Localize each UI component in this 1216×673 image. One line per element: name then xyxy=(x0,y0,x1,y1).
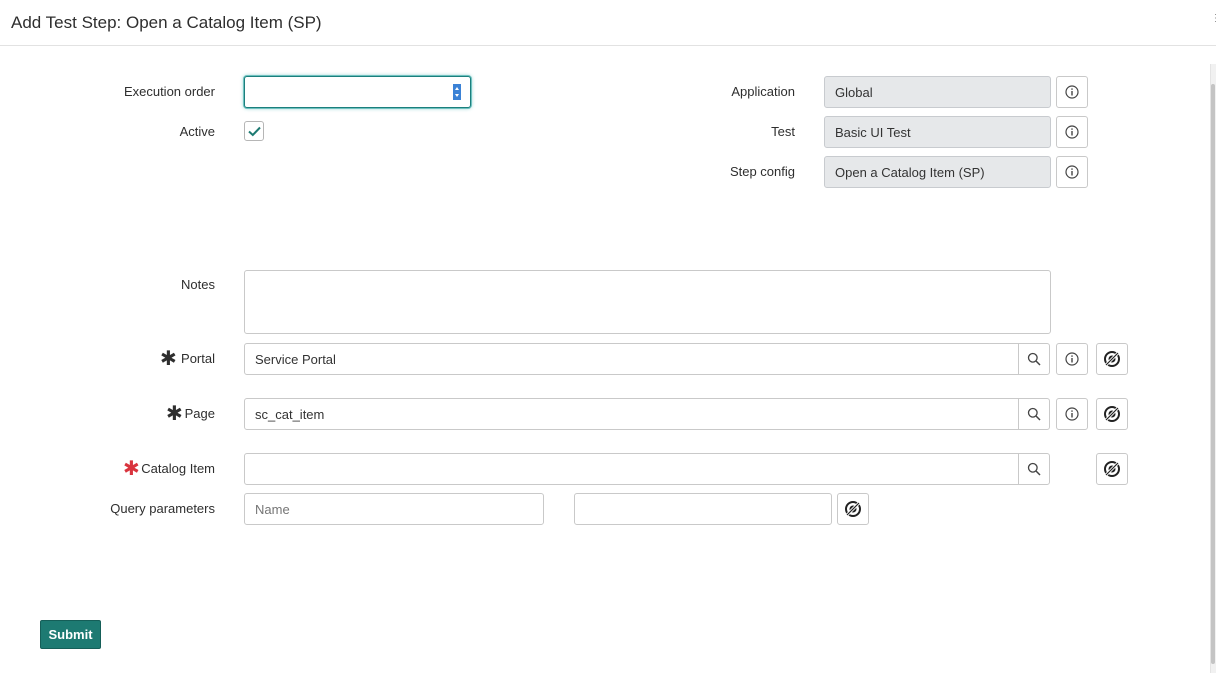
search-icon xyxy=(1027,352,1041,366)
search-icon xyxy=(1027,407,1041,421)
search-icon xyxy=(1027,462,1041,476)
portal-input[interactable]: Service Portal xyxy=(244,343,1019,375)
dependency-icon xyxy=(1104,406,1120,422)
catalog-item-lookup-button[interactable] xyxy=(1018,453,1050,485)
page-label: Page xyxy=(184,406,215,421)
page-value: sc_cat_item xyxy=(255,406,325,422)
dependency-icon xyxy=(1104,351,1120,367)
portal-value: Service Portal xyxy=(255,351,336,367)
query-parameter-dependency-button[interactable] xyxy=(837,493,869,525)
info-icon xyxy=(1065,352,1079,366)
application-info-button[interactable] xyxy=(1056,76,1088,108)
step-config-value: Open a Catalog Item (SP) xyxy=(835,164,985,180)
dependency-icon xyxy=(1104,461,1120,477)
dependency-icon xyxy=(845,501,861,517)
page-dependency-button[interactable] xyxy=(1096,398,1128,430)
info-icon xyxy=(1065,85,1079,99)
portal-dependency-button[interactable] xyxy=(1096,343,1128,375)
active-checkbox[interactable] xyxy=(244,121,264,141)
scrollbar-thumb[interactable] xyxy=(1211,84,1215,664)
modal-title: Add Test Step: Open a Catalog Item (SP) xyxy=(11,13,322,32)
info-icon xyxy=(1065,125,1079,139)
test-value: Basic UI Test xyxy=(835,124,911,140)
more-options-icon[interactable]: ⋮ xyxy=(1211,14,1216,24)
info-icon xyxy=(1065,407,1079,421)
page-lookup-button[interactable] xyxy=(1018,398,1050,430)
query-parameters-label: Query parameters xyxy=(110,501,215,516)
portal-info-button[interactable] xyxy=(1056,343,1088,375)
submit-button[interactable]: Submit xyxy=(40,620,101,649)
test-label: Test xyxy=(771,124,795,139)
info-icon xyxy=(1065,165,1079,179)
application-field: Global xyxy=(824,76,1051,108)
application-value: Global xyxy=(835,84,873,100)
query-parameter-value-input[interactable] xyxy=(574,493,832,525)
catalog-item-input[interactable] xyxy=(244,453,1019,485)
step-config-field: Open a Catalog Item (SP) xyxy=(824,156,1051,188)
test-field: Basic UI Test xyxy=(824,116,1051,148)
step-config-info-button[interactable] xyxy=(1056,156,1088,188)
execution-order-input[interactable] xyxy=(244,76,471,108)
checkmark-icon xyxy=(247,126,261,136)
notes-textarea[interactable] xyxy=(244,270,1051,334)
application-label: Application xyxy=(731,84,795,99)
page-info-button[interactable] xyxy=(1056,398,1088,430)
active-label: Active xyxy=(179,124,215,139)
notes-label: Notes xyxy=(181,277,215,292)
query-parameter-name-input[interactable] xyxy=(244,493,544,525)
catalog-item-dependency-button[interactable] xyxy=(1096,453,1128,485)
catalog-item-label: Catalog Item xyxy=(141,461,215,476)
portal-label: Portal xyxy=(181,351,215,366)
step-config-label: Step config xyxy=(729,164,795,179)
modal-header: Add Test Step: Open a Catalog Item (SP) … xyxy=(0,0,1216,46)
test-info-button[interactable] xyxy=(1056,116,1088,148)
page-input[interactable]: sc_cat_item xyxy=(244,398,1019,430)
execution-order-label: Execution order xyxy=(123,84,215,99)
portal-lookup-button[interactable] xyxy=(1018,343,1050,375)
spinner-icon[interactable] xyxy=(453,84,461,100)
